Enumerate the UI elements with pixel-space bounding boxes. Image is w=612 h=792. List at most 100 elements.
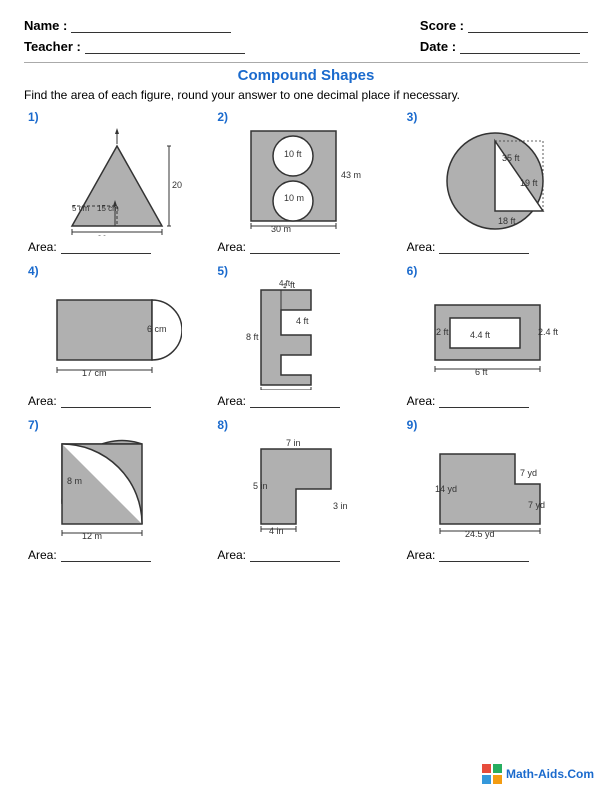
area-answer-8[interactable]: [250, 548, 340, 562]
svg-text:10 ft: 10 ft: [284, 149, 302, 159]
svg-7: 8 m 12 m: [52, 434, 182, 544]
problem-7: 7) 8 m 12 m: [24, 416, 209, 564]
area-line-2: Area:: [217, 240, 340, 254]
score-label: Score :: [420, 18, 464, 33]
svg-text:4 ft: 4 ft: [296, 316, 309, 326]
figure-5: 8 ft ↕ ft 4 ft 6 ft ↕ 4 ft: [217, 280, 394, 390]
area-answer-1[interactable]: [61, 240, 151, 254]
problem-2: 2) 10 ft 10 m 43 m 30 m: [213, 108, 398, 256]
score-field: Score :: [420, 18, 588, 33]
teacher-label: Teacher :: [24, 39, 81, 54]
problem-6-num: 6): [407, 264, 418, 278]
svg-text:43 m: 43 m: [341, 170, 361, 180]
page: Name : Teacher : Score : Date : Compound…: [0, 0, 612, 792]
teacher-field: Teacher :: [24, 39, 245, 54]
problem-5-num: 5): [217, 264, 228, 278]
problem-5: 5) 8 ft ↕ ft 4 ft 6 ft ↕: [213, 262, 398, 410]
area-answer-7[interactable]: [61, 548, 151, 562]
svg-text:3 in: 3 in: [333, 501, 348, 511]
score-underline[interactable]: [468, 19, 588, 33]
problems-grid: 1) 20 cm 20 cm 15 cm: [24, 108, 588, 564]
date-field: Date :: [420, 39, 588, 54]
problem-3-num: 3): [407, 110, 418, 124]
area-label-6: Area:: [407, 394, 436, 408]
area-answer-4[interactable]: [61, 394, 151, 408]
name-label: Name :: [24, 18, 67, 33]
svg-text:5 cm: 5 cm: [72, 204, 90, 213]
svg-text:4.4 ft: 4.4 ft: [470, 330, 491, 340]
figure-6: 2.4 ft 4.4 ft 2 ft 6 ft: [407, 280, 584, 390]
area-label-5: Area:: [217, 394, 246, 408]
area-answer-3[interactable]: [439, 240, 529, 254]
area-line-8: Area:: [217, 548, 340, 562]
problem-6: 6) 2.4 ft 4.4 ft 2 ft 6 ft: [403, 262, 588, 410]
area-answer-6[interactable]: [439, 394, 529, 408]
area-line-3: Area:: [407, 240, 530, 254]
area-answer-2[interactable]: [250, 240, 340, 254]
area-label-4: Area:: [28, 394, 57, 408]
figure-2: 10 ft 10 m 43 m 30 m: [217, 126, 394, 236]
name-field: Name :: [24, 18, 245, 33]
area-line-5: Area:: [217, 394, 340, 408]
svg-9: 14 yd 7 yd 7 yd 24.5 yd: [430, 434, 560, 544]
problem-3: 3) 35 ft 19 ft 18 ft Area:: [403, 108, 588, 256]
figure-8: 7 in 5 in 3 in 4 in: [217, 434, 394, 544]
header-right: Score : Date :: [420, 18, 588, 54]
problem-9: 9) 14 yd 7 yd 7 yd 24.5 yd Area:: [403, 416, 588, 564]
svg-4: 6 cm 17 cm: [52, 280, 182, 390]
svg-2: 10 ft 10 m 43 m 30 m: [241, 126, 371, 236]
instructions: Find the area of each figure, round your…: [24, 88, 588, 102]
figure-7: 8 m 12 m: [28, 434, 205, 544]
header: Name : Teacher : Score : Date :: [24, 18, 588, 54]
problem-4: 4) 6 cm 17 cm Area:: [24, 262, 209, 410]
svg-6: 2.4 ft 4.4 ft 2 ft 6 ft: [430, 280, 560, 390]
svg-text:2.4 ft: 2.4 ft: [538, 327, 559, 337]
svg-8: 7 in 5 in 3 in 4 in: [241, 434, 371, 544]
math-aids-logo: [482, 764, 502, 784]
svg-text:14 yd: 14 yd: [435, 484, 457, 494]
area-label-7: Area:: [28, 548, 57, 562]
svg-5: 8 ft ↕ ft 4 ft 6 ft ↕ 4 ft: [241, 280, 371, 390]
svg-text:7 yd: 7 yd: [528, 500, 545, 510]
area-line-4: Area:: [28, 394, 151, 408]
area-answer-5[interactable]: [250, 394, 340, 408]
area-answer-9[interactable]: [439, 548, 529, 562]
figure-3: 35 ft 19 ft 18 ft: [407, 126, 584, 236]
problem-4-num: 4): [28, 264, 39, 278]
divider: [24, 62, 588, 63]
svg-text:8 m: 8 m: [67, 476, 82, 486]
area-label-8: Area:: [217, 548, 246, 562]
figure-4: 6 cm 17 cm: [28, 280, 205, 390]
svg-text:6 cm: 6 cm: [147, 324, 167, 334]
svg-text:20 cm: 20 cm: [172, 180, 182, 190]
header-left: Name : Teacher :: [24, 18, 245, 54]
svg-text:35 ft: 35 ft: [502, 153, 520, 163]
svg-text:19 ft: 19 ft: [520, 178, 538, 188]
area-line-6: Area:: [407, 394, 530, 408]
svg-text:8 ft: 8 ft: [246, 332, 259, 342]
page-title: Compound Shapes: [24, 67, 588, 84]
area-line-7: Area:: [28, 548, 151, 562]
problem-2-num: 2): [217, 110, 228, 124]
area-label-1: Area:: [28, 240, 57, 254]
area-line-1: Area:: [28, 240, 151, 254]
svg-3: 35 ft 19 ft 18 ft: [430, 126, 560, 236]
svg-text:7 yd: 7 yd: [520, 468, 537, 478]
svg-text:7 in: 7 in: [286, 438, 301, 448]
name-underline[interactable]: [71, 19, 231, 33]
problem-1: 1) 20 cm 20 cm 15 cm: [24, 108, 209, 256]
problem-8-num: 8): [217, 418, 228, 432]
area-label-9: Area:: [407, 548, 436, 562]
teacher-underline[interactable]: [85, 40, 245, 54]
problem-1-num: 1): [28, 110, 39, 124]
svg-text:2 ft: 2 ft: [436, 327, 449, 337]
figure-9: 14 yd 7 yd 7 yd 24.5 yd: [407, 434, 584, 544]
svg-text:4 in: 4 in: [269, 526, 284, 536]
date-underline[interactable]: [460, 40, 580, 54]
svg-1: 20 cm 20 cm 15 cm 5 cm: [52, 126, 182, 236]
svg-text:5 in: 5 in: [253, 481, 268, 491]
footer-text: Math-Aids.Com: [506, 767, 594, 781]
figure-1: 20 cm 20 cm 15 cm 5 cm: [28, 126, 205, 236]
svg-text:20 cm: 20 cm: [97, 234, 122, 236]
svg-text:18 ft: 18 ft: [498, 216, 516, 226]
